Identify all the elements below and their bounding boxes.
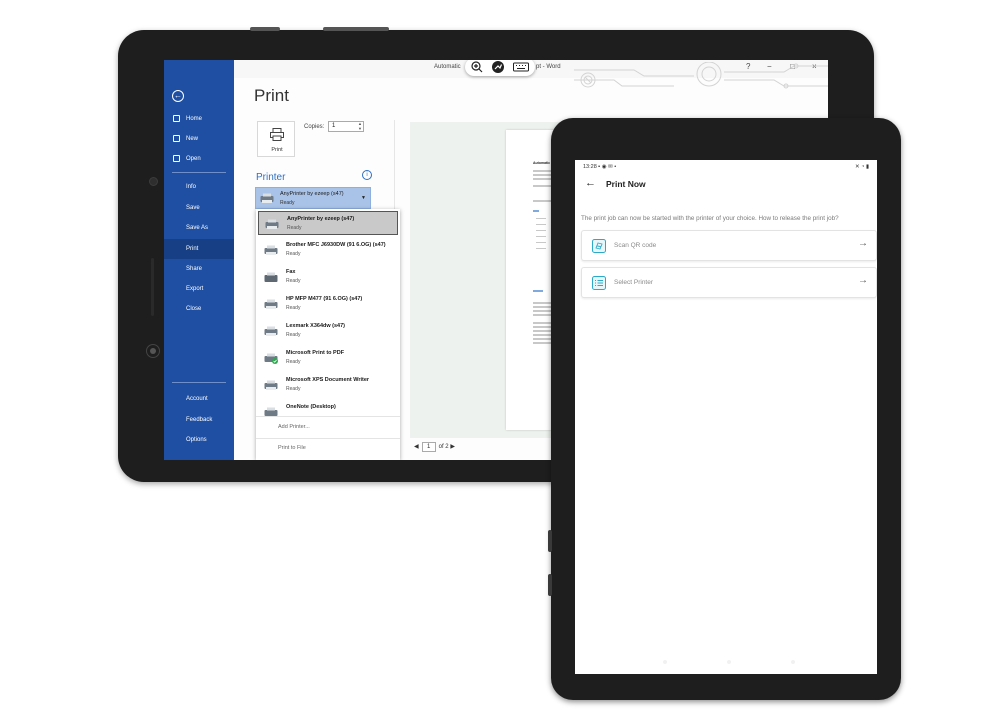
qr-icon [592,239,606,253]
sidebar-item-export[interactable]: Export [164,280,234,298]
printer-icon [270,128,284,141]
printer-option[interactable]: Lexmark X364dw (s47) Ready [258,319,398,343]
printer-option[interactable]: Fax Ready [258,265,398,289]
notification-icons: ▪ ◉ ✉ • [598,164,617,170]
page-title: Print [254,86,289,105]
printer-icon [260,193,274,203]
printer-option[interactable]: Microsoft XPS Document Writer Ready [258,373,398,397]
portrait-tablet: 13:28 ▪ ◉ ✉ • ✕ ◔ ▮ ← Print Now The prin… [548,118,901,700]
sidebar-item-save[interactable]: Save [164,199,234,217]
preview-text-line [536,230,546,231]
select-printer-option[interactable]: Select Printer → [581,267,877,298]
preview-text-line [536,248,546,249]
printer-icon [264,380,278,390]
copies-stepper[interactable]: ▲ ▼ [358,121,362,131]
sidebar-divider [172,382,226,383]
chevron-down-icon: ▼ [361,195,366,201]
printer-select[interactable]: AnyPrinter by ezeep (s47) Ready ▼ [255,187,371,209]
power-button [323,27,389,31]
nav-button[interactable] [727,660,731,664]
status-time: 13:28 [583,164,597,170]
sidebar-item-info[interactable]: Info [164,178,234,196]
copies-input[interactable]: 1 ▲ ▼ [328,121,364,132]
keyboard-icon[interactable] [513,61,529,73]
next-page-button[interactable]: ▶ [450,444,455,450]
sidebar-item-save-as[interactable]: Save As [164,219,234,237]
print-button[interactable]: Print [257,121,295,157]
instruction-text: The print job can now be started with th… [581,215,839,222]
preview-text-line [536,224,546,225]
sidebar-item-options[interactable]: Options [164,431,234,449]
app-bar: ← Print Now [575,174,877,196]
backstage-sidebar: ← Home New Open Info Save Save As Print … [164,60,234,460]
preview-text-line [533,200,553,202]
preview-figure [533,290,543,292]
printer-section-label: Printer [256,172,286,183]
printer-option[interactable]: Brother MFC J6930DW (91 6.OG) (s47) Read… [258,238,398,262]
back-arrow-icon[interactable]: ← [585,177,596,189]
preview-text-line [536,218,546,219]
remote-toolbar [465,60,535,76]
printer-icon [265,219,279,229]
sidebar-item-account[interactable]: Account [164,390,234,408]
zoom-in-icon[interactable] [471,61,483,73]
side-slot [151,258,154,316]
status-bar: 13:28 ▪ ◉ ✉ • ✕ ◔ ▮ [583,164,873,174]
scan-qr-code-option[interactable]: Scan QR code → [581,230,877,261]
power-button [548,574,552,596]
printer-icon [264,245,278,255]
info-icon[interactable]: i [362,170,372,180]
preview-text-line [536,242,546,243]
page-navigator: ◀ 1 of 2 ▶ [414,442,455,452]
signal-battery-icon: ✕ ◔ ▮ [854,164,869,170]
sidebar-item-close[interactable]: Close [164,300,234,318]
folder-icon [173,155,180,162]
print-to-file-option[interactable]: Print to File [278,445,306,451]
printer-icon [264,326,278,336]
printer-option[interactable]: AnyPrinter by ezeep (s47) Ready [258,211,398,235]
printer-option[interactable]: OneNote (Desktop) [258,400,398,416]
new-file-icon [173,135,180,142]
camera [149,177,158,186]
document-title: Automatic [434,64,461,70]
preview-text-line [536,236,546,237]
printer-option[interactable]: Microsoft Print to PDF Ready [258,346,398,370]
volume-button [250,27,280,31]
side-sensor [146,344,160,358]
printer-icon [264,299,278,309]
preview-heading: Automatic [533,161,551,165]
preview-figure [533,210,539,212]
nav-button[interactable] [791,660,795,664]
default-printer-icon [264,353,278,364]
dropdown-separator [256,416,400,417]
home-icon [173,115,180,122]
prev-page-button[interactable]: ◀ [414,444,419,450]
connection-icon[interactable] [492,61,504,73]
copies-label: Copies: [304,124,325,130]
page-title: Print Now [606,179,646,189]
sidebar-item-share[interactable]: Share [164,260,234,278]
sidebar-divider [172,172,226,173]
sidebar-item-open[interactable]: Open [164,150,234,168]
page-number-input[interactable]: 1 [421,442,436,452]
printer-dropdown: AnyPrinter by ezeep (s47) Ready Brother … [256,209,400,460]
fax-icon [264,272,278,282]
print-now-screen: 13:28 ▪ ◉ ✉ • ✕ ◔ ▮ ← Print Now The prin… [575,160,877,674]
printer-option[interactable]: HP MFP M477 (91 6.OG) (s47) Ready [258,292,398,316]
sidebar-item-new[interactable]: New [164,130,234,148]
arrow-right-icon: → [858,275,868,286]
sidebar-item-home[interactable]: Home [164,110,234,128]
volume-button [548,530,552,552]
back-arrow-icon[interactable]: ← [172,90,184,102]
add-printer-link[interactable]: Add Printer... [278,424,310,430]
sidebar-item-feedback[interactable]: Feedback [164,411,234,429]
printer-list-icon [592,276,606,290]
arrow-right-icon: → [858,238,868,249]
nav-button[interactable] [663,660,667,664]
circuit-decoration [574,62,828,89]
app-title: pt - Word [536,64,561,70]
sidebar-item-print[interactable]: Print [164,239,234,259]
dropdown-separator [256,438,400,439]
